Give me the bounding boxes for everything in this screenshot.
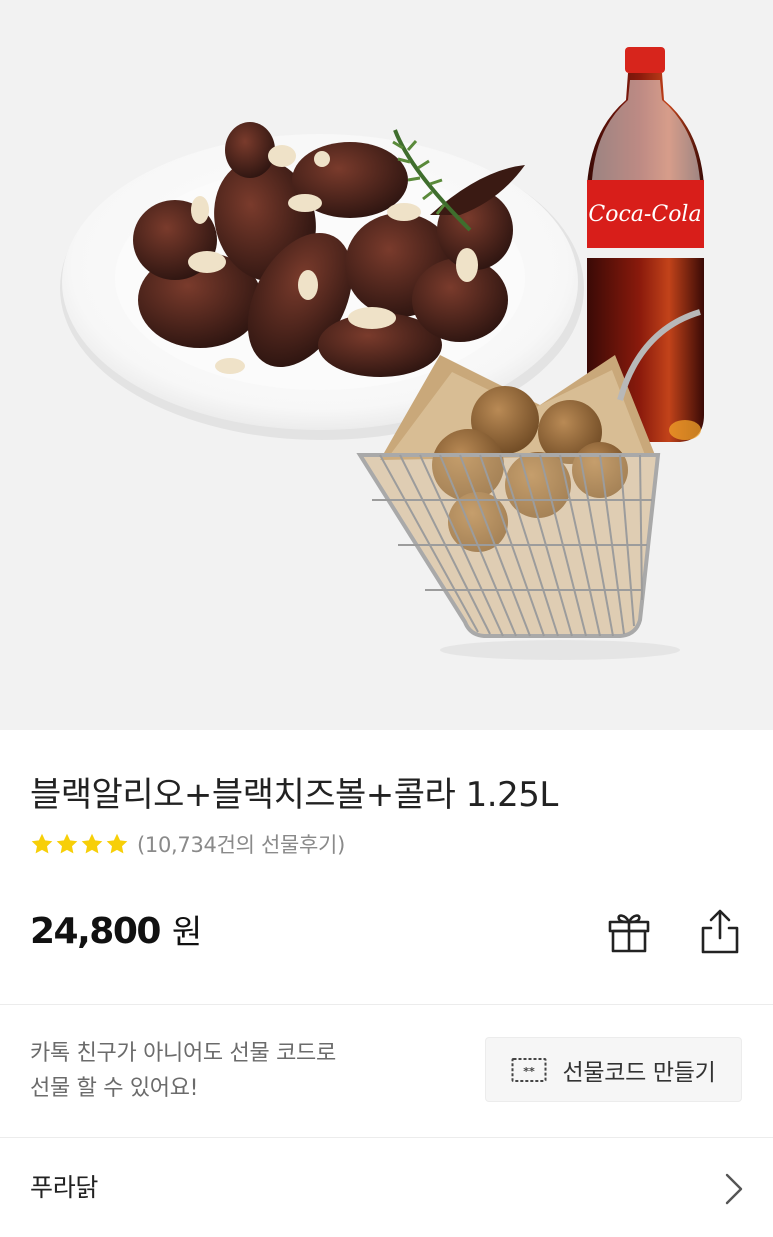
price: 24,800 원 xyxy=(30,905,202,953)
product-title: 블랙알리오+블랙치즈볼+콜라 1.25L xyxy=(30,775,558,815)
divider xyxy=(0,1004,773,1005)
svg-text:**: ** xyxy=(524,1065,536,1078)
create-gift-code-button[interactable]: ** 선물코드 만들기 xyxy=(485,1037,742,1102)
price-unit: 원 xyxy=(171,912,203,951)
ticket-icon: ** xyxy=(511,1057,547,1082)
gift-icon xyxy=(608,914,650,953)
review-count[interactable]: (10,734건의 선물후기) xyxy=(137,829,345,859)
brand-name: 푸라닭 xyxy=(30,1173,99,1202)
price-value: 24,800 xyxy=(30,911,161,952)
star-icon xyxy=(56,833,78,854)
gift-code-desc-line1: 카톡 친구가 아니어도 선물 코드로 xyxy=(30,1041,336,1066)
product-detail-page: Coca-Cola 블랙알리오+블랙치즈볼+콜라 1.25L (10,734건의… xyxy=(0,0,773,1237)
create-gift-code-label: 선물코드 만들기 xyxy=(562,1059,716,1086)
star-icon xyxy=(106,833,128,854)
gift-code-description: 카톡 친구가 아니어도 선물 코드로 선물 할 수 있어요! xyxy=(30,1036,430,1106)
star-icon xyxy=(81,833,103,854)
gift-button[interactable] xyxy=(603,906,655,958)
share-button[interactable] xyxy=(694,906,746,958)
chevron-right-icon xyxy=(725,1173,743,1205)
share-icon xyxy=(701,909,739,954)
gift-code-desc-line2: 선물 할 수 있어요! xyxy=(30,1076,199,1101)
star-icon xyxy=(31,833,53,854)
svg-text:Coca-Cola: Coca-Cola xyxy=(588,202,701,227)
product-image: Coca-Cola xyxy=(0,0,773,730)
star-rating xyxy=(30,832,129,856)
rating[interactable]: (10,734건의 선물후기) xyxy=(30,826,345,862)
brand-link[interactable]: 푸라닭 xyxy=(0,1138,773,1237)
